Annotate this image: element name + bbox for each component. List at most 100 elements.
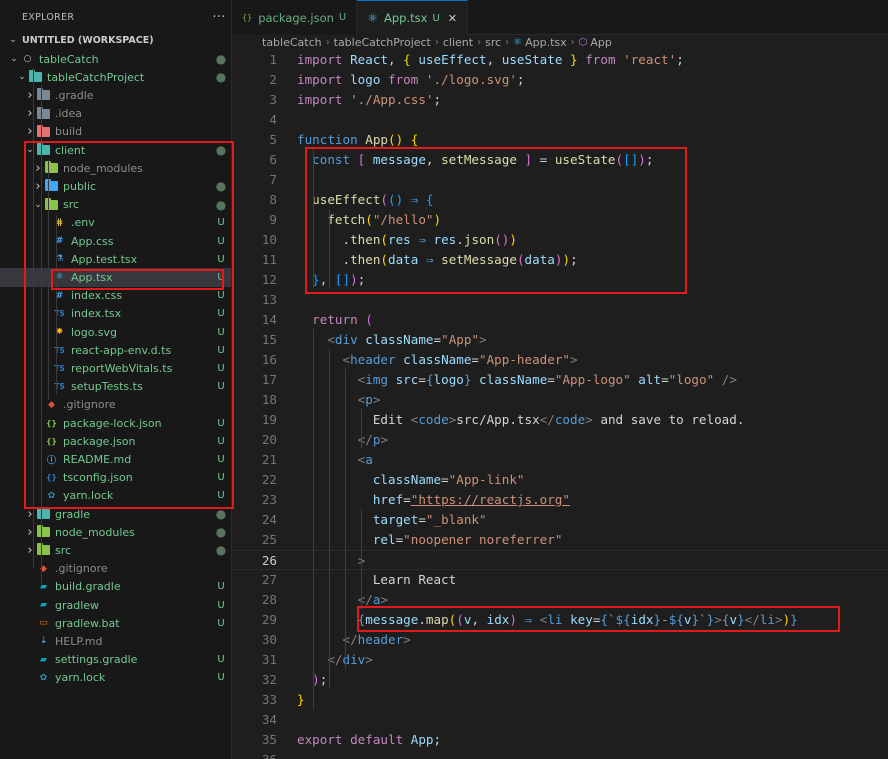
code-line: 36 (232, 750, 888, 759)
tree-item[interactable]: ⌄ ○ tableCatch ● (0, 50, 231, 68)
tree-item[interactable]: ·⇣ HELP.md (0, 632, 231, 650)
close-icon[interactable]: ✕ (448, 12, 457, 25)
tree-item[interactable]: ·ⓘREADME.mdU (0, 450, 231, 468)
tree-item[interactable]: ·✿yarn.lockU (0, 487, 231, 505)
tree-item[interactable]: ·⚗App.test.tsxU (0, 250, 231, 268)
chevron-right-icon: › (27, 124, 33, 140)
code-editor[interactable]: 1 import React, { useEffect, useState } f… (232, 49, 888, 759)
tree-item[interactable]: › src ● (0, 541, 231, 559)
code-token: idx (486, 612, 510, 627)
line-number: 5 (269, 132, 277, 147)
tree-item[interactable]: › node_modules ● (0, 523, 231, 541)
workspace-root[interactable]: ⌄ UNTITLED (WORKSPACE) (0, 31, 231, 49)
code-token: = (433, 332, 442, 347)
code-text: import './App.css'; (297, 90, 441, 110)
line-number: 4 (269, 112, 277, 127)
code-line: 34 (232, 710, 888, 730)
tree-item[interactable]: › .gradle (0, 86, 231, 104)
code-token: ${ (668, 612, 684, 627)
git-status-badge: U (217, 362, 225, 374)
tab-status: U (432, 12, 440, 24)
tree-item[interactable]: ·TSreportWebVitals.tsU (0, 359, 231, 377)
terminal-icon: ▭ (39, 618, 48, 629)
code-token: return (297, 312, 366, 327)
chevron-down-icon: ⌄ (10, 54, 18, 65)
tree-item[interactable]: ·{}package-lock.jsonU (0, 414, 231, 432)
code-text: function App() { (297, 130, 418, 150)
breadcrumb-item[interactable]: tableCatchProject (334, 36, 431, 49)
tree-item[interactable]: ·◆.gitignore (0, 396, 231, 414)
code-text: </header> (297, 630, 410, 650)
line-number: 33 (261, 692, 277, 707)
folder-shape (29, 70, 42, 83)
code-token: App (410, 732, 434, 747)
tree-item[interactable]: ·✸logo.svgU (0, 323, 231, 341)
code-token: [] (334, 272, 351, 287)
tree-item-label: .gradle (55, 88, 94, 102)
code-token: className (365, 332, 434, 347)
folder-shape (37, 143, 50, 156)
tree-item[interactable]: ·◆.gitignore (0, 560, 231, 578)
tree-item[interactable]: ·⚛App.tsxU (0, 268, 231, 287)
tree-item-label: react-app-env.d.ts (71, 343, 172, 357)
code-token: , (425, 152, 442, 167)
tree-item[interactable]: ·⋕.envU (0, 214, 231, 232)
git-status-badge: U (217, 617, 225, 629)
code-token: className (471, 372, 548, 387)
tree-item[interactable]: · ▰ settings.gradle U (0, 651, 231, 669)
line-number: 35 (261, 732, 277, 747)
code-token: import (297, 72, 351, 87)
tree-item[interactable]: ·TSreact-app-env.d.tsU (0, 341, 231, 359)
tree-item[interactable]: ·{}package.jsonU (0, 432, 231, 450)
tab-package-json[interactable]: {} package.json U (232, 0, 358, 35)
tree-item-label: tableCatch (39, 52, 99, 66)
tree-item[interactable]: › node_modules (0, 159, 231, 177)
tree-item[interactable]: ·{}tsconfig.jsonU (0, 469, 231, 487)
tab-app-tsx[interactable]: ⚛ App.tsx U ✕ (357, 0, 468, 35)
tree-item[interactable]: · ▰ build.gradle U (0, 578, 231, 596)
tree-item-label: App.css (71, 234, 114, 248)
line-number: 32 (261, 672, 277, 687)
code-token: ; (433, 92, 442, 107)
tree-item[interactable]: ⌄ src ● (0, 196, 231, 214)
line-number: 20 (261, 432, 277, 447)
tree-item[interactable]: › public ● (0, 177, 231, 195)
breadcrumb-item[interactable]: src (485, 36, 501, 49)
code-token: () (388, 192, 411, 207)
more-actions-icon[interactable]: ··· (207, 10, 231, 25)
chevron-spacer: · (24, 618, 36, 628)
code-token: ⇒ (410, 232, 434, 247)
line-number: 28 (261, 592, 277, 607)
tree-item[interactable]: › .idea (0, 105, 231, 123)
tree-item[interactable]: ·TSindex.tsxU (0, 305, 231, 323)
tree-item[interactable]: ⌄ client ● (0, 141, 231, 159)
code-token: . (297, 232, 351, 247)
tree-item[interactable]: ·#index.cssU (0, 287, 231, 305)
tree-item[interactable]: › build (0, 123, 231, 141)
code-token: = (532, 152, 555, 167)
code-token: } (737, 612, 745, 627)
code-token: ) (297, 672, 320, 687)
code-text: Edit <code>src/App.tsx</code> and save t… (297, 410, 745, 430)
tree-item[interactable]: › gradle ● (0, 505, 231, 523)
git-modified-dot-icon: ● (215, 543, 227, 558)
tree-item[interactable]: ·▭ gradlew.bat U (0, 614, 231, 632)
tree-item[interactable]: ⌄ tableCatchProject ● (0, 68, 231, 86)
tree-item-label: client (55, 143, 86, 157)
breadcrumb-item[interactable]: tableCatch (262, 36, 322, 49)
code-token: p (365, 392, 373, 407)
code-token: = (441, 472, 449, 487)
breadcrumb-item[interactable]: App (590, 36, 612, 49)
tree-item[interactable]: · ▰ gradlew U (0, 596, 231, 614)
tree-item[interactable]: ·✿yarn.lockU (0, 669, 231, 687)
tree-item[interactable]: ·TSsetupTests.tsU (0, 378, 231, 396)
git-status-badge: U (217, 344, 225, 356)
git-status-badge: U (217, 253, 225, 265)
chevron-spacer: · (24, 564, 36, 574)
line-number: 18 (261, 392, 277, 407)
tree-item[interactable]: ·#App.cssU (0, 232, 231, 250)
breadcrumb-item[interactable]: App.tsx (525, 36, 567, 49)
line-number: 19 (261, 412, 277, 427)
breadcrumb-item[interactable]: client (443, 36, 473, 49)
code-token: 'react' (623, 52, 677, 67)
